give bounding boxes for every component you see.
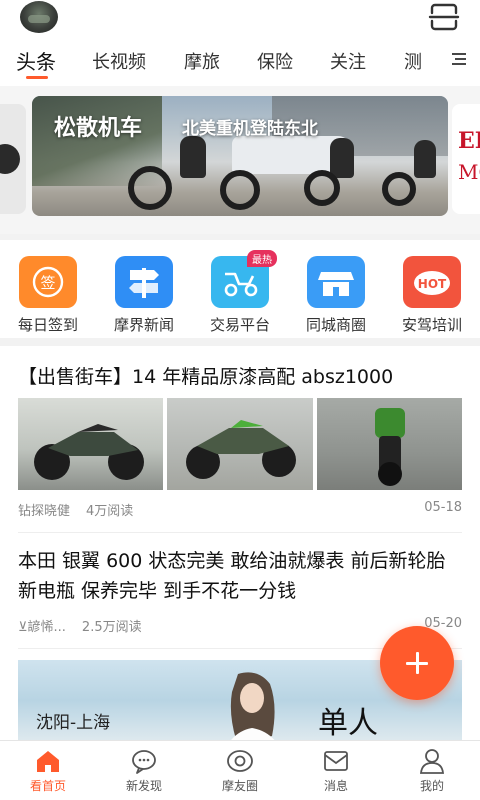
cover-text-route: 沈阳-上海 [36, 713, 111, 733]
article-views: 2.5万阅读 [81, 620, 142, 635]
home-icon [37, 751, 59, 772]
section-divider [0, 338, 480, 346]
nav-messages[interactable]: 消息 [288, 747, 384, 794]
quick-link-label: 交易平台 [209, 316, 270, 334]
tab-insurance[interactable]: 保险 [257, 48, 293, 74]
article-meta: 钻探晓健 4万阅读 05-18 [18, 500, 462, 519]
top-bar [0, 0, 480, 40]
article-card[interactable]: 【出售街车】14 年精品原漆高配 absz1000 钻探晓健 4万阅读 05-1… [18, 362, 462, 519]
banner-subtitle: 北美重机登陆东北 [182, 119, 318, 139]
app-screen: 头条 长视频 摩旅 保险 关注 测 松散机车 北美重机登陆东北 ER [0, 0, 480, 800]
prev-banner-card[interactable] [0, 104, 26, 214]
signpost-icon [115, 256, 173, 308]
scooter-icon: 最热 [211, 250, 277, 308]
profile-icon [420, 749, 444, 774]
discover-icon [132, 750, 156, 774]
active-tab-indicator [26, 76, 48, 79]
article-thumbnails [18, 398, 462, 490]
tab-headlines[interactable]: 头条 [16, 46, 56, 75]
article-views: 4万阅读 [86, 504, 134, 519]
article-date: 05-18 [424, 500, 462, 515]
quick-link-moto-news[interactable]: 摩界新闻 [96, 256, 192, 335]
tab-test[interactable]: 测 [404, 48, 422, 74]
nav-label: 消息 [323, 779, 348, 793]
user-avatar[interactable] [20, 1, 58, 33]
thumbnail-image[interactable] [316, 398, 462, 490]
banner-image[interactable]: 松散机车 北美重机登陆东北 [32, 96, 448, 216]
message-icon [324, 751, 348, 771]
sign-in-icon: 签 [19, 256, 77, 308]
nav-label: 看首页 [29, 779, 66, 793]
nav-label: 新发现 [125, 779, 162, 793]
article-title: 【出售街车】14 年精品原漆高配 absz1000 [18, 366, 394, 388]
tab-moto-travel[interactable]: 摩旅 [184, 48, 220, 74]
cover-text-solo: 单人 [318, 706, 378, 740]
quick-link-label: 安驾培训 [401, 316, 462, 334]
quick-link-label: 每日签到 [17, 316, 78, 334]
quick-links-grid: 签 每日签到 摩界新闻 最热 交易平台 同城商圈 HOT 安驾培训 [0, 240, 480, 338]
article-divider [18, 532, 462, 533]
article-card[interactable]: 本田 银翼 600 状态完美 敢给油就爆表 前后新轮胎 新电瓶 保养完毕 到手不… [18, 546, 462, 635]
nav-home[interactable]: 看首页 [0, 747, 96, 794]
next-banner-card[interactable]: ER MO [452, 104, 480, 214]
nav-label: 我的 [419, 779, 444, 793]
scan-icon[interactable] [428, 2, 460, 32]
category-tabs: 头条 长视频 摩旅 保险 关注 测 [0, 40, 480, 82]
nav-profile[interactable]: 我的 [384, 747, 480, 794]
thumbnail-image[interactable] [167, 398, 313, 490]
banner-carousel[interactable]: 松散机车 北美重机登陆东北 ER MO [0, 86, 480, 234]
quick-link-driving-training[interactable]: HOT 安驾培训 [384, 256, 480, 335]
article-title: 本田 银翼 600 状态完美 敢给油就爆表 前后新轮胎 新电瓶 保养完毕 到手不… [18, 550, 446, 602]
create-post-button[interactable] [380, 626, 454, 700]
hot-badge: 最热 [247, 250, 277, 267]
person-figure [230, 672, 275, 740]
circle-icon [227, 750, 253, 772]
quick-link-trading-platform[interactable]: 最热 交易平台 [192, 250, 288, 335]
nav-moto-circle[interactable]: 摩友圈 [192, 747, 288, 794]
thumbnail-image[interactable] [18, 398, 164, 490]
store-icon [307, 256, 365, 308]
nav-discover[interactable]: 新发现 [96, 747, 192, 794]
nav-label: 摩友圈 [221, 779, 258, 793]
menu-icon[interactable] [450, 50, 468, 68]
svg-text:HOT: HOT [418, 277, 447, 291]
banner-title: 松散机车 [54, 116, 143, 141]
tab-following[interactable]: 关注 [330, 48, 366, 74]
quick-link-label: 同城商圈 [305, 316, 366, 334]
quick-link-local-stores[interactable]: 同城商圈 [288, 256, 384, 335]
quick-link-label: 摩界新闻 [113, 316, 174, 334]
svg-text:签: 签 [40, 274, 55, 292]
tab-long-video[interactable]: 长视频 [92, 48, 146, 74]
next-banner-text-2: MO [458, 160, 480, 184]
next-banner-text: ER [458, 128, 480, 154]
article-author[interactable]: ⊻諺悕... [18, 616, 66, 635]
article-author[interactable]: 钻探晓健 [18, 500, 70, 519]
hot-icon: HOT [403, 256, 461, 308]
bottom-navigation: 看首页 新发现 摩友圈 消息 我的 [0, 740, 480, 800]
quick-link-daily-sign-in[interactable]: 签 每日签到 [0, 256, 96, 335]
